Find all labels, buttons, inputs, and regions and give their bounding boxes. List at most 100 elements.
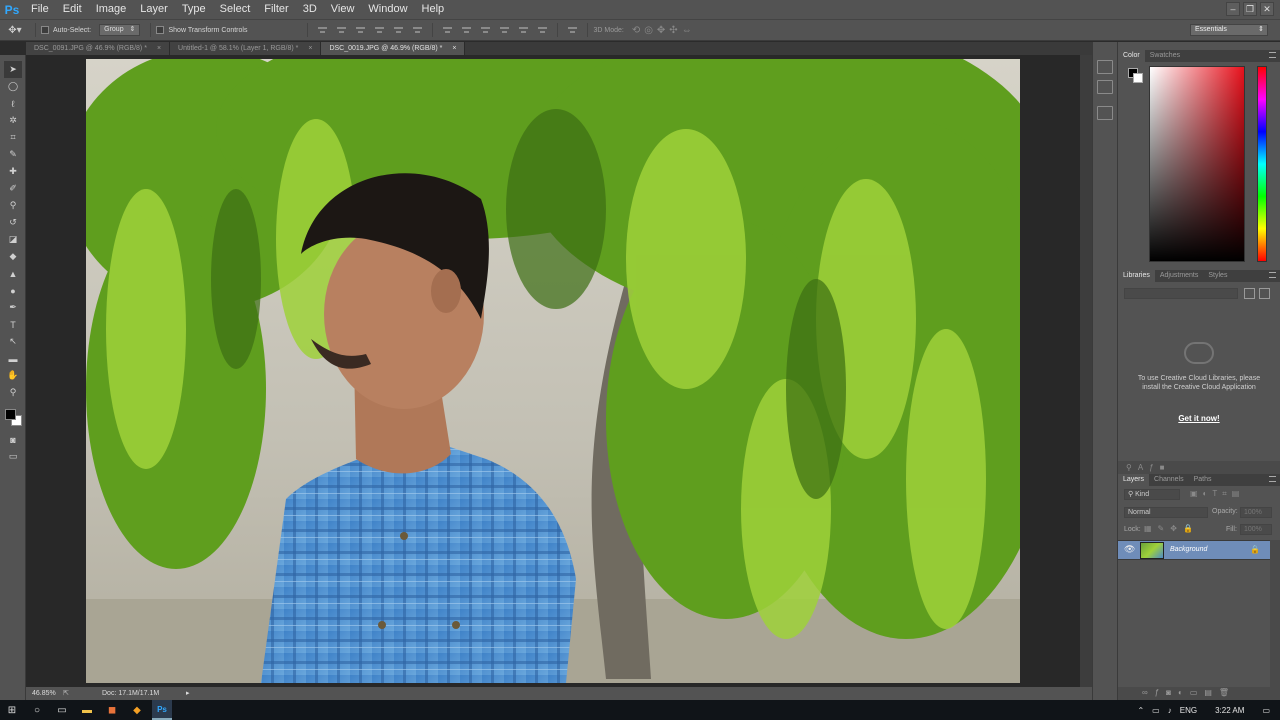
add-style-icon[interactable]: ƒ: [1149, 463, 1153, 472]
align-hcenter-icon[interactable]: [393, 25, 404, 36]
history-panel-icon[interactable]: [1097, 60, 1113, 74]
magic-wand-tool-icon[interactable]: ✲: [4, 112, 22, 129]
auto-select-dropdown[interactable]: Group ⇕: [99, 24, 141, 36]
distribute-hcenter-icon[interactable]: [518, 25, 529, 36]
menu-view[interactable]: View: [324, 0, 362, 19]
layers-scrollbar[interactable]: [1270, 540, 1280, 688]
quick-mask-icon[interactable]: ◙: [4, 431, 22, 448]
app-icon[interactable]: ◼: [102, 700, 122, 720]
add-graphic-icon[interactable]: ⚲: [1126, 463, 1132, 472]
align-vcenter-icon[interactable]: [336, 25, 347, 36]
move-tool-icon[interactable]: ➤: [4, 61, 22, 78]
menu-image[interactable]: Image: [89, 0, 134, 19]
panel-menu-icon[interactable]: [1269, 476, 1276, 482]
app-icon[interactable]: ◆: [127, 700, 147, 720]
tab-untitled-1[interactable]: Untitled-1 @ 58.1% (Layer 1, RGB/8) * ×: [170, 42, 322, 55]
close-icon[interactable]: ✕: [1260, 2, 1274, 16]
shape-tool-icon[interactable]: ▬: [4, 350, 22, 367]
panel-menu-icon[interactable]: [1269, 272, 1276, 278]
layer-row[interactable]: 👁 Background 🔒: [1118, 540, 1270, 560]
properties-panel-icon[interactable]: [1097, 80, 1113, 94]
eraser-tool-icon[interactable]: ◪: [4, 231, 22, 248]
photoshop-taskbar-icon[interactable]: Ps: [152, 700, 172, 720]
menu-file[interactable]: File: [24, 0, 56, 19]
crop-tool-icon[interactable]: ⌗: [4, 129, 22, 146]
foreground-color-swatch[interactable]: [5, 409, 16, 420]
tab-paths[interactable]: Paths: [1189, 474, 1217, 486]
status-export-icon[interactable]: ⇱: [63, 687, 69, 700]
task-view-icon[interactable]: ▭: [52, 700, 72, 720]
chevron-up-icon[interactable]: ⌃: [1137, 706, 1144, 715]
layers-footer-icons[interactable]: ∞ƒ◙◐▭▤🗑: [1142, 688, 1236, 697]
3d-mode-icons[interactable]: ⟲◎✥✣⇔: [632, 25, 696, 36]
distribute-bottom-icon[interactable]: [480, 25, 491, 36]
minimize-icon[interactable]: –: [1226, 2, 1240, 16]
notifications-icon[interactable]: ▭: [1262, 706, 1270, 715]
grid-view-icon[interactable]: [1244, 288, 1255, 299]
library-dropdown[interactable]: [1124, 288, 1238, 299]
panel-menu-icon[interactable]: [1269, 52, 1276, 58]
menu-window[interactable]: Window: [361, 0, 414, 19]
menu-layer[interactable]: Layer: [133, 0, 175, 19]
file-explorer-icon[interactable]: ▬: [77, 700, 97, 720]
marquee-tool-icon[interactable]: ◯: [4, 78, 22, 95]
menu-help[interactable]: Help: [415, 0, 452, 19]
status-menu-icon[interactable]: ▸: [186, 687, 190, 700]
pen-tool-icon[interactable]: ✒: [4, 299, 22, 316]
menu-type[interactable]: Type: [175, 0, 213, 19]
tab-layers[interactable]: Layers: [1118, 474, 1150, 486]
workspace-dropdown[interactable]: Essentials ⇕: [1190, 24, 1268, 36]
distribute-left-icon[interactable]: [499, 25, 510, 36]
history-brush-tool-icon[interactable]: ↺: [4, 214, 22, 231]
menu-filter[interactable]: Filter: [257, 0, 295, 19]
distribute-right-icon[interactable]: [537, 25, 548, 36]
zoom-level[interactable]: 46.85%: [32, 687, 56, 700]
get-it-now-link[interactable]: Get it now!: [1136, 414, 1262, 423]
show-transform-checkbox[interactable]: Show Transform Controls: [156, 26, 247, 34]
menu-select[interactable]: Select: [213, 0, 258, 19]
document-image[interactable]: [86, 59, 1020, 683]
align-top-icon[interactable]: [317, 25, 328, 36]
eye-icon[interactable]: 👁: [1124, 544, 1135, 555]
tool-presets-panel-icon[interactable]: [1097, 106, 1113, 120]
close-icon[interactable]: ×: [157, 42, 161, 55]
background-color-swatch[interactable]: [1133, 73, 1143, 83]
list-view-icon[interactable]: [1259, 288, 1270, 299]
lock-icons[interactable]: ▦✎✥🔒: [1144, 524, 1199, 533]
close-icon[interactable]: ×: [308, 42, 312, 55]
type-tool-icon[interactable]: T: [4, 316, 22, 333]
brush-tool-icon[interactable]: ✐: [4, 180, 22, 197]
add-text-icon[interactable]: A: [1138, 463, 1143, 472]
eyedropper-tool-icon[interactable]: ✎: [4, 146, 22, 163]
tab-adjustments[interactable]: Adjustments: [1155, 270, 1204, 282]
layer-name[interactable]: Background: [1170, 546, 1207, 553]
add-color-icon[interactable]: ■: [1160, 463, 1165, 472]
fill-input[interactable]: 100%: [1240, 524, 1272, 535]
blend-mode-dropdown[interactable]: Normal: [1124, 507, 1208, 518]
canvas-area[interactable]: [26, 55, 1092, 687]
language-indicator[interactable]: ENG: [1180, 706, 1197, 715]
close-icon[interactable]: ×: [452, 42, 456, 55]
hue-slider[interactable]: [1257, 66, 1267, 262]
tab-libraries[interactable]: Libraries: [1118, 270, 1155, 282]
tab-swatches[interactable]: Swatches: [1145, 50, 1185, 62]
paint-bucket-tool-icon[interactable]: ◆: [4, 248, 22, 265]
menu-3d[interactable]: 3D: [296, 0, 324, 19]
tab-dsc-0091[interactable]: DSC_0091.JPG @ 46.9% (RGB/8) * ×: [26, 42, 171, 55]
auto-select-checkbox[interactable]: Auto-Select:: [41, 26, 91, 34]
color-swatches[interactable]: [0, 405, 25, 431]
clone-stamp-tool-icon[interactable]: ⚲: [4, 197, 22, 214]
dodge-tool-icon[interactable]: ●: [4, 282, 22, 299]
menu-edit[interactable]: Edit: [56, 0, 89, 19]
color-field[interactable]: [1149, 66, 1245, 262]
tab-channels[interactable]: Channels: [1149, 474, 1189, 486]
layer-filter-dropdown[interactable]: ⚲ Kind: [1124, 489, 1180, 500]
opacity-input[interactable]: 100%: [1240, 507, 1272, 518]
auto-align-icon[interactable]: [567, 25, 578, 36]
align-bottom-icon[interactable]: [355, 25, 366, 36]
tab-dsc-0019[interactable]: DSC_0019.JPG @ 46.9% (RGB/8) * ×: [321, 42, 466, 55]
volume-icon[interactable]: ♪: [1168, 706, 1172, 715]
distribute-top-icon[interactable]: [442, 25, 453, 36]
screen-mode-icon[interactable]: ▭: [4, 448, 22, 465]
align-right-icon[interactable]: [412, 25, 423, 36]
